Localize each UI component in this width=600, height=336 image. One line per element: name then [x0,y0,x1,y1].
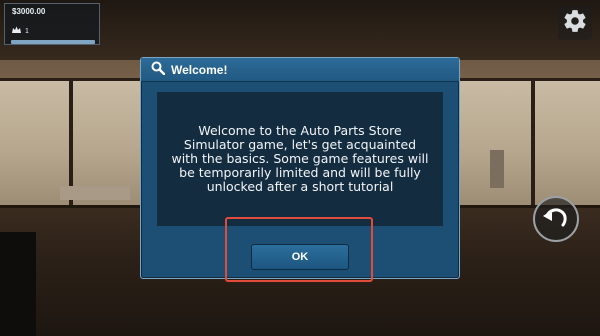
player-level: 1 [25,27,29,35]
gear-icon [562,8,588,38]
undo-button[interactable] [533,196,579,242]
dialog-message: Welcome to the Auto Parts Store Simulato… [171,123,429,194]
xp-progress-bar [11,40,95,44]
window-pane [456,78,534,208]
level-row: 1 [12,26,29,36]
dialog-header: Welcome! [141,58,459,82]
store-post [490,150,504,188]
dialog-body: Welcome to the Auto Parts Store Simulato… [157,92,443,226]
window-pane [532,78,600,208]
settings-button[interactable] [558,6,592,40]
crown-icon [12,26,21,36]
player-status-panel: $3000.00 1 [4,3,100,45]
xp-progress-fill [11,40,95,44]
dialog-title: Welcome! [171,62,228,77]
undo-arrow-icon [543,206,569,232]
money-balance: $3000.00 [12,7,46,16]
welcome-dialog: Welcome! Welcome to the Auto Parts Store… [140,57,460,279]
ok-button[interactable]: OK [251,244,349,270]
dark-shelf [0,232,36,336]
magnifier-icon [151,60,166,79]
store-counter [60,186,130,200]
